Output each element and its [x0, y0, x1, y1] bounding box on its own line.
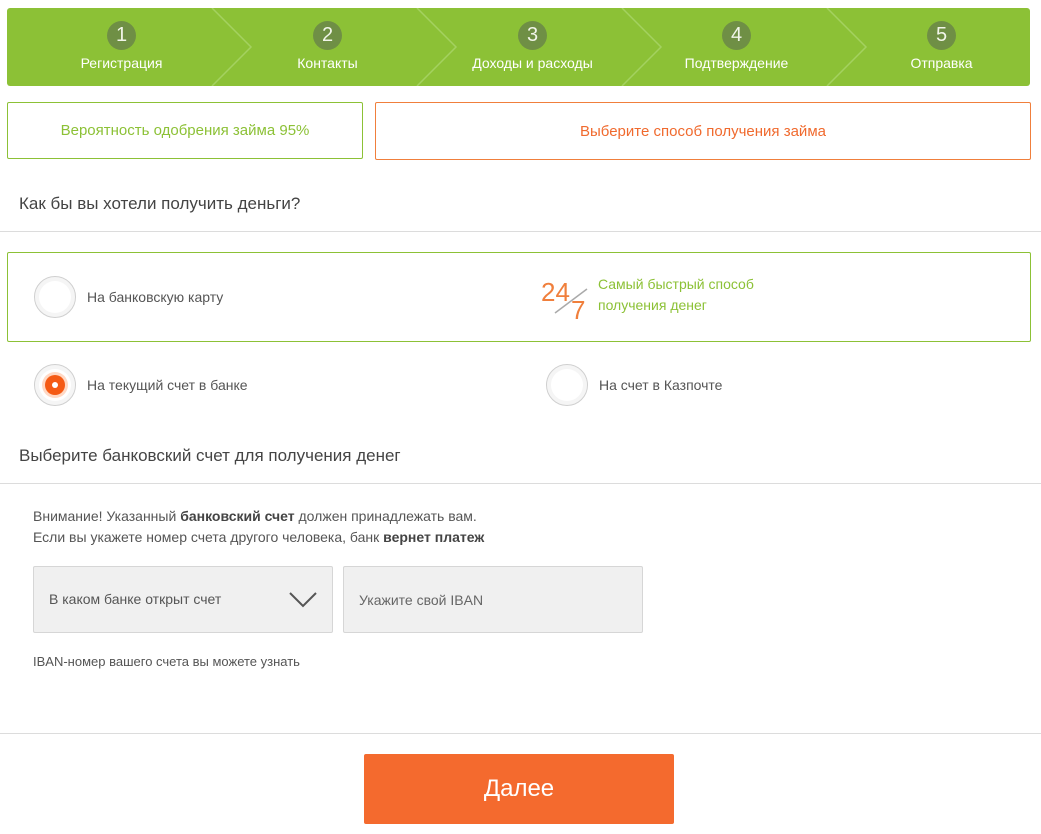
- steps-progress-bar: 1 Регистрация 2 Контакты 3 Доходы и расх…: [7, 8, 1030, 86]
- step-5: 5 Отправка: [839, 8, 1030, 86]
- step-4-label: Подтверждение: [684, 55, 789, 71]
- notice-bold: банковский счет: [180, 508, 295, 524]
- option-kazpost-label[interactable]: На счет в Казпочте: [599, 377, 722, 393]
- method-hint-box: Выберите способ получения займа: [375, 102, 1031, 160]
- divider: [0, 231, 1041, 232]
- bank-select[interactable]: В каком банке открыт счет: [33, 566, 333, 633]
- svg-text:7: 7: [571, 295, 585, 321]
- step-1-number: 1: [107, 21, 136, 50]
- step-4-number: 4: [722, 21, 751, 50]
- step-1-label: Регистрация: [80, 55, 163, 71]
- fast-method-note: Самый быстрый способ получения денег: [598, 274, 754, 316]
- step-5-number: 5: [927, 21, 956, 50]
- method-hint-text: Выберите способ получения займа: [580, 122, 826, 140]
- chevron-down-icon: [289, 592, 317, 608]
- fast-method-line1: Самый быстрый способ: [598, 276, 754, 292]
- radio-card[interactable]: [34, 276, 76, 318]
- receive-money-heading: Как бы вы хотели получить деньги?: [19, 194, 301, 213]
- option-bank-account-label[interactable]: На текущий счет в банке: [87, 377, 248, 393]
- step-2: 2 Контакты: [225, 8, 430, 86]
- step-3-label: Доходы и расходы: [472, 55, 593, 71]
- svg-text:24: 24: [541, 277, 570, 307]
- divider: [0, 733, 1041, 734]
- step-5-label: Отправка: [910, 55, 973, 71]
- notice-text: должен принадлежать вам.: [294, 508, 477, 524]
- next-button[interactable]: Далее: [364, 754, 674, 824]
- step-3-number: 3: [518, 21, 547, 50]
- notice-text: Внимание! Указанный: [33, 508, 181, 524]
- divider: [0, 483, 1041, 484]
- fast-method-line2: получения денег: [598, 297, 707, 313]
- notice-text: Если вы укажете номер счета другого чело…: [33, 529, 384, 545]
- step-2-label: Контакты: [297, 55, 358, 71]
- bank-account-notice: Внимание! Указанный банковский счет долж…: [33, 506, 484, 548]
- radio-kazpost[interactable]: [546, 364, 588, 406]
- iban-hint: IBAN-номер вашего счета вы можете узнать: [33, 654, 300, 669]
- approval-probability-box: Вероятность одобрения займа 95%: [7, 102, 363, 159]
- bank-section-heading: Выберите банковский счет для получения д…: [19, 446, 401, 465]
- step-3: 3 Доходы и расходы: [430, 8, 635, 86]
- bank-select-placeholder: В каком банке открыт счет: [49, 591, 222, 607]
- 24-7-icon: 24 7: [541, 277, 588, 321]
- radio-bank-account[interactable]: [34, 364, 76, 406]
- option-card-label[interactable]: На банковскую карту: [87, 289, 223, 305]
- step-2-number: 2: [313, 21, 342, 50]
- approval-probability-text: Вероятность одобрения займа 95%: [60, 122, 310, 139]
- step-4: 4 Подтверждение: [634, 8, 839, 86]
- iban-input[interactable]: [343, 566, 643, 633]
- notice-bold: вернет платеж: [383, 529, 485, 545]
- step-1: 1 Регистрация: [19, 8, 224, 86]
